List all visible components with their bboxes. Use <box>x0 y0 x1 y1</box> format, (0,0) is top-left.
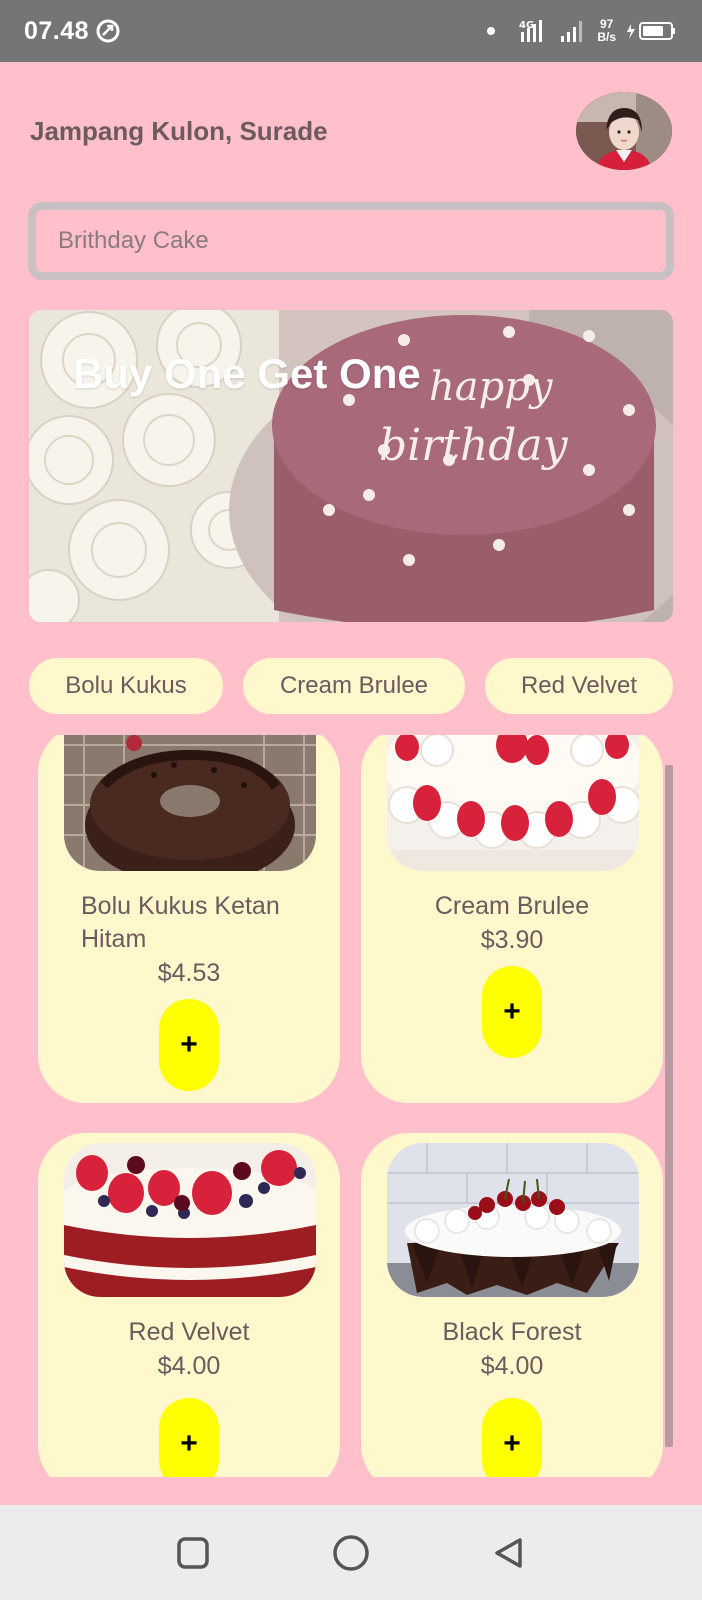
signal-4g-icon: 4G <box>519 20 543 42</box>
recents-button[interactable] <box>173 1533 213 1573</box>
add-to-cart-button[interactable]: + <box>159 1398 219 1477</box>
status-time: 07.48 <box>24 16 90 45</box>
back-button[interactable] <box>489 1533 529 1573</box>
product-name: Bolu Kukus Ketan Hitam <box>81 892 280 953</box>
circle-icon <box>333 1534 369 1571</box>
product-card-red-velvet[interactable]: Red Velvet $4.00 + <box>38 1133 340 1477</box>
product-image <box>387 1143 639 1297</box>
square-icon <box>177 1536 209 1569</box>
net-speed-unit: B/s <box>597 30 616 44</box>
product-price: $4.53 <box>157 959 221 987</box>
signal-bars-icon <box>561 21 583 42</box>
black-forest-cake-image <box>387 1143 639 1297</box>
product-card-cream-brulee[interactable]: Cream Brulee $3.90 + <box>361 735 663 1103</box>
chip-red-velvet[interactable]: Red Velvet <box>485 658 673 714</box>
product-name: Red Velvet <box>128 1318 250 1346</box>
location-label: Jampang Kulon, Surade <box>30 116 328 146</box>
bundt-cake-image <box>64 735 316 871</box>
battery-charging-icon <box>627 22 675 40</box>
notification-dot-icon <box>487 27 496 35</box>
red-velvet-cake-image <box>64 1143 316 1297</box>
net-speed: 97 B/s <box>597 18 616 44</box>
product-grid-scrollbar[interactable] <box>665 765 673 1447</box>
product-name: Cream Brulee <box>434 892 590 920</box>
triangle-back-icon <box>495 1537 522 1568</box>
product-card-bolu-kukus[interactable]: Bolu Kukus Ketan Hitam $4.53 + <box>38 735 340 1103</box>
chip-bolu-kukus[interactable]: Bolu Kukus <box>29 658 223 714</box>
chip-cream-brulee[interactable]: Cream Brulee <box>243 658 465 714</box>
strawberry-cream-cake-image <box>387 735 639 871</box>
avatar[interactable] <box>576 92 672 170</box>
cake-text-happy: happy <box>429 364 554 410</box>
product-image <box>387 735 639 871</box>
home-button[interactable] <box>331 1533 371 1573</box>
network-type-label: 4G <box>519 20 534 31</box>
product-image <box>64 735 316 871</box>
cake-text-birthday: birthday <box>379 420 569 471</box>
promo-banner[interactable]: happy birthday Buy One Get One <box>29 310 673 622</box>
add-to-cart-button[interactable]: + <box>482 1398 542 1477</box>
banner-title: Buy One Get One <box>73 350 421 397</box>
system-nav-bar <box>0 1505 702 1600</box>
add-to-cart-button[interactable]: + <box>159 999 219 1091</box>
product-price: $3.90 <box>480 926 544 954</box>
status-bar: 07.48 4G 97 B/s <box>0 0 702 62</box>
category-chips: Bolu Kukus Cream Brulee Red Velvet <box>29 658 673 714</box>
user-avatar-icon <box>576 92 672 170</box>
add-to-cart-button[interactable]: + <box>482 966 542 1058</box>
product-image <box>64 1143 316 1297</box>
product-price: $4.00 <box>480 1352 544 1380</box>
search-field[interactable] <box>28 202 674 280</box>
product-price: $4.00 <box>157 1352 221 1380</box>
product-card-black-forest[interactable]: Black Forest $4.00 + <box>361 1133 663 1477</box>
data-saver-icon <box>96 19 120 43</box>
product-name: Black Forest <box>442 1318 582 1346</box>
product-grid: Bolu Kukus Ketan Hitam $4.53 + Cream Bru… <box>38 735 664 1477</box>
search-input[interactable] <box>58 227 666 255</box>
